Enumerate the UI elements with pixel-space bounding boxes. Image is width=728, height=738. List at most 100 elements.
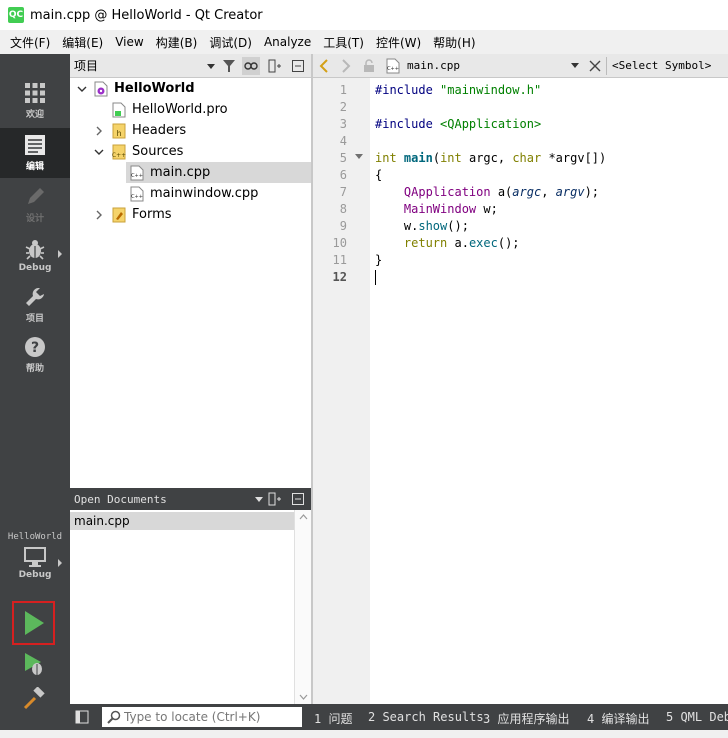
menu-analyze[interactable]: Analyze	[258, 35, 317, 49]
menu-view[interactable]: View	[109, 35, 149, 49]
line-number: 3	[339, 117, 347, 131]
open-documents-toolbar: Open Documents	[70, 488, 311, 510]
mode-edit-label: 编辑	[25, 162, 44, 172]
menu-tools[interactable]: 工具(T)	[317, 34, 370, 51]
forms-folder-icon	[112, 207, 126, 223]
status-strip	[0, 730, 728, 738]
monitor-icon	[24, 547, 46, 567]
editor-toolbar: C++ main.cpp <Select Symbol>	[313, 54, 728, 78]
line-number: 9	[339, 219, 347, 233]
close-pane-icon[interactable]	[289, 57, 307, 75]
tree-item-helloworld-pro[interactable]: HelloWorld.pro	[70, 99, 311, 120]
collapsed-caret-icon	[96, 210, 102, 220]
mode-edit[interactable]: 编辑	[0, 128, 70, 178]
current-file-selector[interactable]: main.cpp	[407, 59, 460, 72]
close-pane-icon[interactable]	[289, 490, 307, 508]
file-lock-icon[interactable]	[363, 59, 375, 73]
output-tab-qml-debugger[interactable]: 5 QML Debu	[666, 710, 728, 724]
menu-help[interactable]: 帮助(H)	[427, 34, 481, 51]
split-pane-icon[interactable]	[266, 490, 284, 508]
open-documents-scrollbar[interactable]	[294, 510, 311, 704]
mode-design[interactable]: 设计	[0, 180, 70, 230]
code-editor[interactable]: 1 2 3 4 5 6 7 8 9 10 11 12 #include "mainwindow.h" …	[313, 78, 728, 704]
cpp-file-icon: C++	[386, 58, 400, 74]
tree-item-label: HelloWorld.pro	[132, 102, 228, 117]
start-debugging-button[interactable]	[12, 649, 55, 679]
svg-text:C++: C++	[131, 173, 143, 179]
open-documents-pane: Open Documents main.cpp	[70, 488, 311, 704]
qt-creator-logo-icon: QC	[8, 7, 24, 23]
mode-help[interactable]: ? 帮助	[0, 330, 70, 380]
symbol-selector[interactable]: <Select Symbol>	[612, 59, 711, 72]
menu-controls[interactable]: 控件(W)	[370, 34, 427, 51]
menu-build[interactable]: 构建(B)	[150, 34, 204, 51]
mode-debug-label: Debug	[18, 262, 52, 273]
sources-folder-icon: C++	[112, 144, 126, 160]
svg-text:?: ?	[31, 340, 39, 356]
file-dropdown-icon[interactable]	[571, 63, 579, 68]
kit-selector[interactable]: HelloWorld Debug	[0, 524, 70, 594]
output-tab-application-output[interactable]: 3 应用程序输出	[483, 710, 569, 727]
toggle-sidebar-icon[interactable]	[74, 709, 90, 725]
expanded-caret-icon	[77, 86, 87, 92]
output-tab-issues[interactable]: 1 问题	[314, 710, 352, 727]
line-number: 4	[339, 134, 347, 148]
svg-text:C++: C++	[387, 66, 399, 72]
code-line: }	[375, 253, 383, 267]
line-number: 12	[332, 270, 347, 284]
code-line: QApplication a(argc, argv);	[403, 185, 600, 199]
output-pane-bar: 1 问题 2 Search Results 3 应用程序输出 4 编译输出 5 …	[70, 704, 728, 730]
build-button[interactable]	[12, 684, 55, 714]
output-tab-compile-output[interactable]: 4 编译输出	[587, 710, 649, 727]
cpp-file-icon: C++	[130, 186, 144, 202]
pane-selector-dropdown-icon[interactable]	[202, 57, 220, 75]
menu-bar: 文件(F) 编辑(E) View 构建(B) 调试(D) Analyze 工具(…	[0, 30, 728, 54]
go-back-icon[interactable]	[319, 59, 329, 73]
filter-tree-icon[interactable]	[220, 57, 238, 75]
code-line: int main(int argc, char *argv[])	[375, 151, 607, 165]
open-document-item[interactable]: main.cpp	[70, 512, 294, 530]
tree-item-project-helloworld[interactable]: HelloWorld	[70, 78, 311, 99]
close-file-icon[interactable]	[589, 60, 601, 72]
run-play-icon	[24, 611, 44, 635]
go-forward-icon[interactable]	[341, 59, 351, 73]
locator-box[interactable]	[102, 707, 302, 727]
open-documents-title: Open Documents	[74, 492, 167, 506]
menu-edit[interactable]: 编辑(E)	[56, 34, 109, 51]
tree-item-forms[interactable]: Forms	[70, 204, 311, 225]
tree-item-label: HelloWorld	[114, 81, 195, 96]
code-line: MainWindow w;	[403, 202, 498, 216]
mode-debug[interactable]: Debug	[0, 230, 70, 280]
output-tab-search-results[interactable]: 2 Search Results	[368, 710, 484, 724]
cpp-file-icon: C++	[130, 165, 144, 181]
svg-text:h: h	[116, 129, 121, 138]
help-question-icon: ?	[25, 337, 45, 357]
line-number: 10	[332, 236, 347, 250]
tree-item-label: main.cpp	[150, 165, 211, 180]
line-number: 7	[339, 185, 347, 199]
menu-file[interactable]: 文件(F)	[4, 34, 56, 51]
mode-welcome[interactable]: 欢迎	[0, 76, 70, 126]
welcome-grid-icon	[25, 83, 45, 103]
text-cursor	[375, 270, 376, 285]
menu-debug[interactable]: 调试(D)	[203, 34, 258, 51]
tree-item-headers[interactable]: h Headers	[70, 120, 311, 141]
locator-input[interactable]	[124, 710, 294, 724]
tree-item-mainwindow-cpp[interactable]: C++ mainwindow.cpp	[70, 183, 311, 204]
headers-folder-icon: h	[112, 123, 126, 139]
tree-item-main-cpp[interactable]: C++ main.cpp	[126, 162, 311, 183]
run-button[interactable]	[12, 601, 55, 645]
split-pane-icon[interactable]	[266, 57, 284, 75]
link-with-editor-icon[interactable]	[242, 57, 260, 75]
code-line: #include "mainwindow.h"	[375, 83, 542, 97]
fold-marker-icon[interactable]	[355, 154, 363, 159]
code-line: {	[375, 168, 383, 182]
project-icon	[94, 81, 108, 97]
mode-projects[interactable]: 项目	[0, 280, 70, 330]
kit-project-name: HelloWorld	[7, 532, 63, 542]
pro-file-icon	[112, 102, 126, 118]
debug-bug-icon	[25, 239, 45, 260]
line-number: 1	[339, 83, 347, 97]
tree-item-sources[interactable]: C++ Sources	[70, 141, 311, 162]
code-line: w.show();	[375, 219, 469, 233]
